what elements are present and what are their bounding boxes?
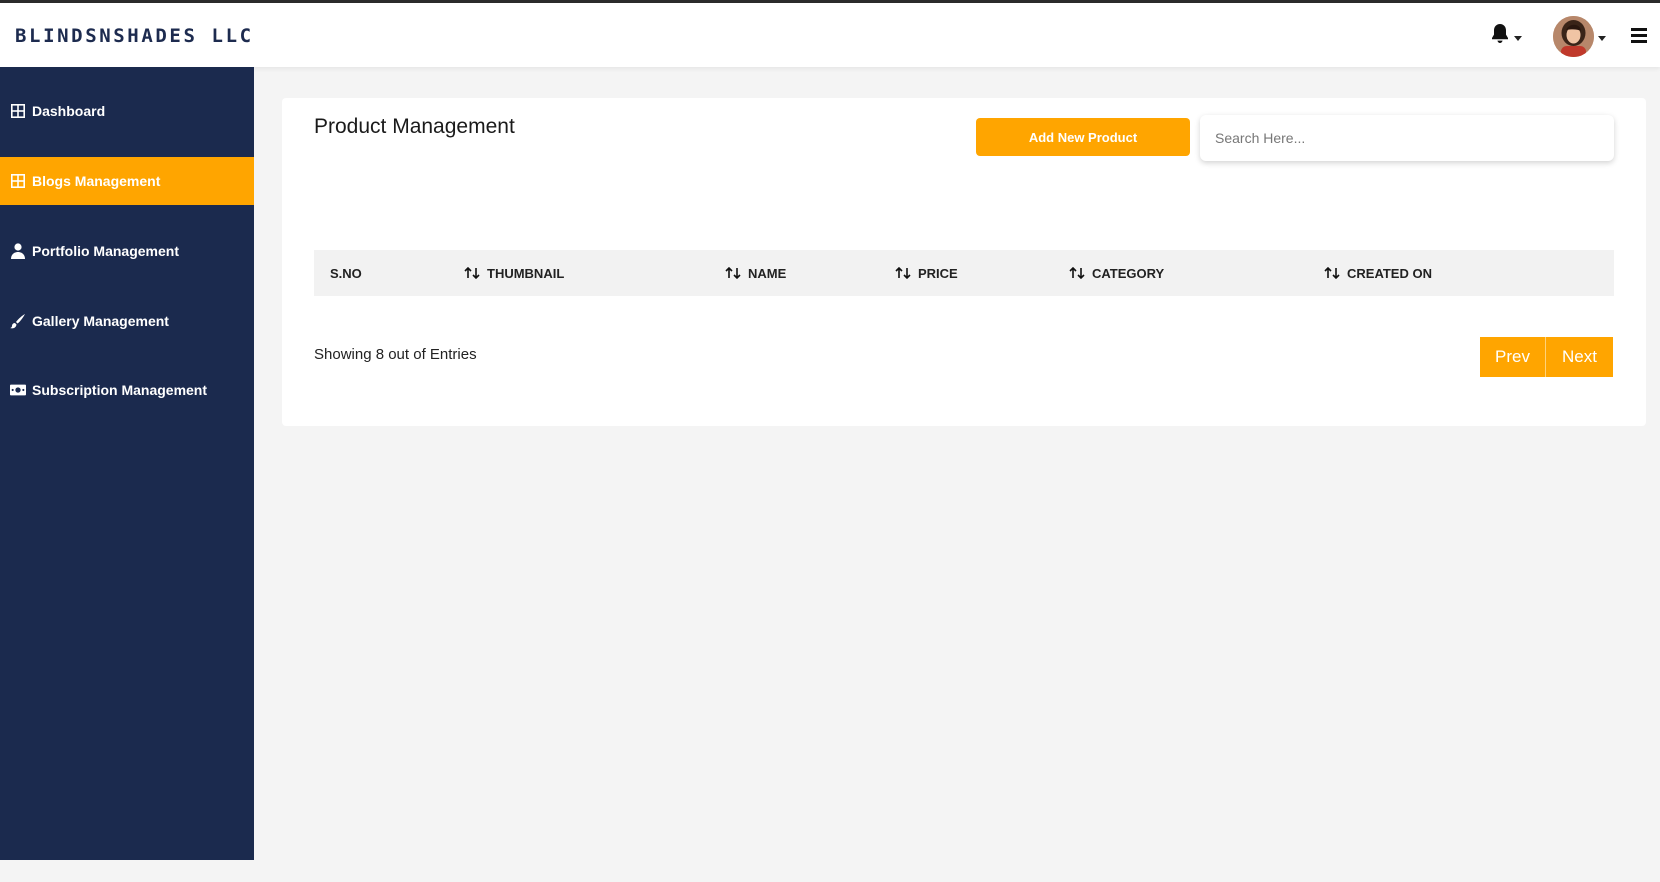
column-header-created-on[interactable]: CREATED ON [1324,250,1432,296]
sort-icon[interactable] [895,267,913,279]
sidebar-item-label: Dashboard [32,103,106,119]
user-avatar[interactable] [1553,16,1594,57]
column-header-label: THUMBNAIL [487,265,565,281]
grid-icon [10,173,26,189]
sidebar: Dashboard Blogs Management Portfolio Man… [0,67,254,860]
sort-icon[interactable] [725,267,743,279]
brand-logo[interactable]: BLINDSNSHADES LLC [15,25,254,47]
top-header: BLINDSNSHADES LLC [0,3,1660,67]
sidebar-item-gallery-management[interactable]: Gallery Management [0,297,254,345]
sidebar-item-label: Subscription Management [32,382,208,398]
hamburger-icon[interactable] [1631,28,1647,43]
table-header: S.NO THUMBNAIL NAME PRICE CATEGORY CREAT… [314,250,1614,296]
column-header-label: PRICE [918,265,958,281]
column-header-label: NAME [748,265,787,281]
money-icon [10,382,26,398]
search-input[interactable] [1200,115,1614,161]
sort-icon[interactable] [464,267,482,279]
column-header-sno[interactable]: S.NO [330,250,362,296]
sidebar-item-dashboard[interactable]: Dashboard [0,87,254,135]
add-new-product-button[interactable]: Add New Product [976,118,1190,156]
column-header-price[interactable]: PRICE [895,250,958,296]
bell-icon[interactable] [1490,23,1510,50]
column-header-label: CREATED ON [1347,265,1432,281]
sidebar-item-portfolio-management[interactable]: Portfolio Management [0,227,254,275]
column-header-category[interactable]: CATEGORY [1069,250,1164,296]
entries-count-text: Showing 8 out of Entries [314,346,477,363]
sidebar-item-subscription-management[interactable]: Subscription Management [0,366,254,414]
column-header-label: S.NO [330,265,362,281]
prev-page-button[interactable]: Prev [1480,337,1546,377]
sort-icon[interactable] [1324,267,1342,279]
next-page-button[interactable]: Next [1546,337,1613,377]
notification-dropdown-caret-icon[interactable] [1514,36,1522,41]
column-header-thumbnail[interactable]: THUMBNAIL [464,250,564,296]
sidebar-item-label: Gallery Management [32,313,169,329]
sidebar-item-label: Portfolio Management [32,243,180,259]
sort-icon[interactable] [1069,267,1087,279]
pagination: Prev Next [1480,337,1613,377]
brush-icon [10,313,26,329]
column-header-name[interactable]: NAME [725,250,786,296]
column-header-label: CATEGORY [1092,265,1165,281]
sidebar-item-label: Blogs Management [32,173,161,189]
product-management-card: Product Management Add New Product S.NO … [282,98,1646,426]
sidebar-item-blogs-management[interactable]: Blogs Management [0,157,254,205]
grid-icon [10,103,26,119]
page-title: Product Management [314,115,515,138]
avatar-dropdown-caret-icon[interactable] [1598,36,1606,41]
user-icon [10,243,26,259]
